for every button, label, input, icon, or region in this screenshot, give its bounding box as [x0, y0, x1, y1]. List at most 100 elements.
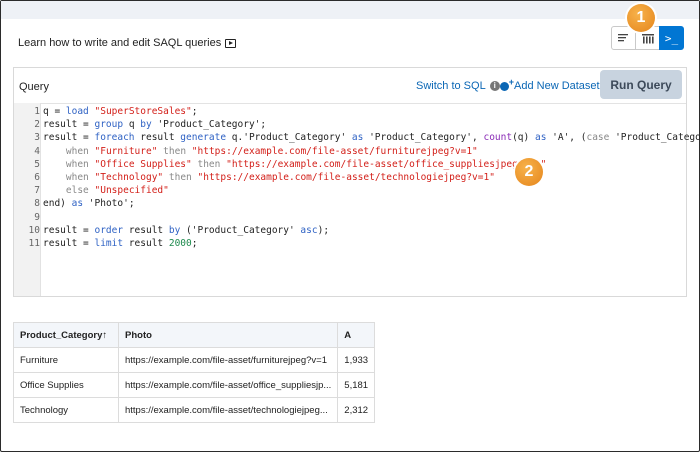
line-number: 11 — [28, 238, 40, 249]
table-cell: Office Supplies — [13, 372, 119, 398]
code-token: "SuperStoreSales" — [94, 106, 192, 117]
code-token: "Office Supplies" — [94, 158, 192, 170]
switch-to-sql-label: Switch to SQL — [416, 80, 486, 92]
line-number: 2 — [34, 119, 40, 131]
callout-badge-1: 1 — [627, 4, 655, 32]
code-line: end) as 'Photo'; — [43, 198, 135, 209]
code-token: count — [483, 132, 513, 144]
query-label: Query — [19, 81, 49, 93]
table-cell: https://example.com/file-asset/office_su… — [117, 372, 339, 398]
line-number: 3 — [34, 132, 40, 144]
code-token: "https://example.com/file-asset/furnitur… — [191, 145, 478, 157]
code-token: end) — [43, 198, 72, 210]
code-token: when — [65, 158, 89, 170]
code-token: case — [586, 132, 610, 144]
code-line: q = load "SuperStoreSales"; — [43, 106, 197, 117]
column-header-label: Product_Category — [20, 329, 103, 341]
code-token: result — [134, 132, 181, 144]
code-token: when — [65, 172, 89, 183]
line-number: 4 — [34, 145, 40, 157]
line-number: 9 — [34, 211, 40, 223]
code-token: 'Product_Category' — [615, 132, 700, 144]
run-query-button[interactable]: Run Query — [600, 70, 682, 99]
code-token: result — [123, 224, 169, 236]
code-token: when — [65, 145, 89, 157]
column-header-photo[interactable]: Photo — [117, 322, 339, 348]
code-token: by — [168, 224, 181, 236]
switch-to-sql-link[interactable]: Switch to SQL i — [416, 80, 500, 92]
table-header-row: Product_Category↑ Photo A — [13, 322, 376, 348]
column-header-product-category[interactable]: Product_Category↑ — [13, 322, 119, 348]
callout-badge-2: 2 — [515, 158, 543, 186]
code-token: generate — [180, 132, 227, 144]
table-cell: 1,933 — [337, 347, 376, 373]
sort-ascending-icon: ↑ — [102, 329, 108, 341]
code-token: result = — [43, 238, 95, 249]
code-line: result = group q by 'Product_Category'; — [43, 119, 266, 130]
code-line: result = foreach result generate q.'Prod… — [43, 132, 700, 143]
code-token: group — [94, 119, 124, 131]
line-number: 10 — [28, 224, 40, 236]
code-token: result = — [43, 132, 95, 144]
table-row: Technology https://example.com/file-asse… — [13, 397, 376, 423]
learn-link-text: Learn how to write and edit SAQL queries — [18, 37, 222, 49]
line-number: 7 — [34, 185, 40, 197]
column-header-a[interactable]: A — [337, 322, 376, 348]
lines-icon — [617, 34, 628, 42]
line-number: 1 — [34, 106, 40, 117]
code-token: ; — [191, 238, 198, 249]
code-token: ('Product_Category' — [180, 224, 301, 236]
code-line: when "Furniture" then "https://example.c… — [43, 146, 478, 157]
code-line: when "Office Supplies" then "https://exa… — [43, 158, 547, 170]
add-new-dataset-link[interactable]: Add New Dataset — [500, 77, 600, 92]
code-token: else — [65, 185, 89, 197]
add-dataset-icon — [500, 77, 514, 91]
info-icon[interactable]: i — [489, 81, 500, 91]
code-token: by — [140, 119, 152, 131]
code-token: then — [163, 145, 187, 157]
code-line: else "Unspecified" — [43, 185, 169, 196]
code-token: 'Photo'; — [83, 198, 135, 210]
grid-columns-icon — [641, 33, 654, 43]
code-line: when "Technology" then "https://example.… — [43, 172, 495, 183]
code-token: 'Product_Category', — [363, 132, 484, 144]
code-token: (q) — [512, 132, 535, 144]
add-new-dataset-label: Add New Dataset — [514, 80, 600, 92]
table-cell: Technology — [13, 397, 119, 423]
code-token: as — [351, 132, 364, 144]
code-token: result = — [43, 224, 95, 236]
code-token: ); — [317, 224, 330, 236]
query-mode-button[interactable]: >_ — [659, 26, 684, 50]
code-token: 2000 — [168, 238, 192, 249]
code-token: "https://example.com/file-asset/technolo… — [197, 172, 495, 183]
code-token: q — [123, 119, 141, 131]
code-token: order — [94, 224, 124, 236]
line-number: 8 — [34, 198, 40, 210]
code-token: result — [123, 238, 169, 249]
code-line: result = limit result 2000; — [43, 238, 197, 249]
code-token: 'A', ( — [546, 132, 587, 144]
code-token: then — [197, 158, 221, 170]
line-number: 5 — [34, 158, 40, 170]
code-token: "Unspecified" — [94, 185, 169, 197]
code-token: q.'Product_Category' — [226, 132, 352, 144]
code-token: "Furniture" — [94, 145, 158, 157]
code-editor[interactable]: 1 2 3 4 5 6 7 8 9 10 11 q = load "SuperStoreSales"… — [14, 103, 700, 296]
code-token: load — [65, 106, 89, 117]
table-cell: 5,181 — [337, 372, 376, 398]
table-cell: https://example.com/file-asset/furniture… — [117, 347, 339, 373]
code-token: foreach — [94, 132, 135, 144]
code-token: result = — [43, 119, 95, 131]
code-line: result = order result by ('Product_Categ… — [43, 225, 329, 236]
code-token: limit — [94, 238, 124, 249]
line-number: 6 — [34, 172, 40, 183]
learn-link[interactable]: Learn how to write and edit SAQL queries — [18, 37, 237, 49]
code-token: ; — [191, 106, 198, 117]
code-token: "Technology" — [94, 172, 164, 183]
query-panel: Query Switch to SQL i Add New Dataset Ru… — [13, 67, 700, 297]
table-cell: https://example.com/file-asset/technolog… — [117, 397, 339, 423]
results-table: Product_Category↑ Photo A Furniture http… — [13, 322, 376, 423]
